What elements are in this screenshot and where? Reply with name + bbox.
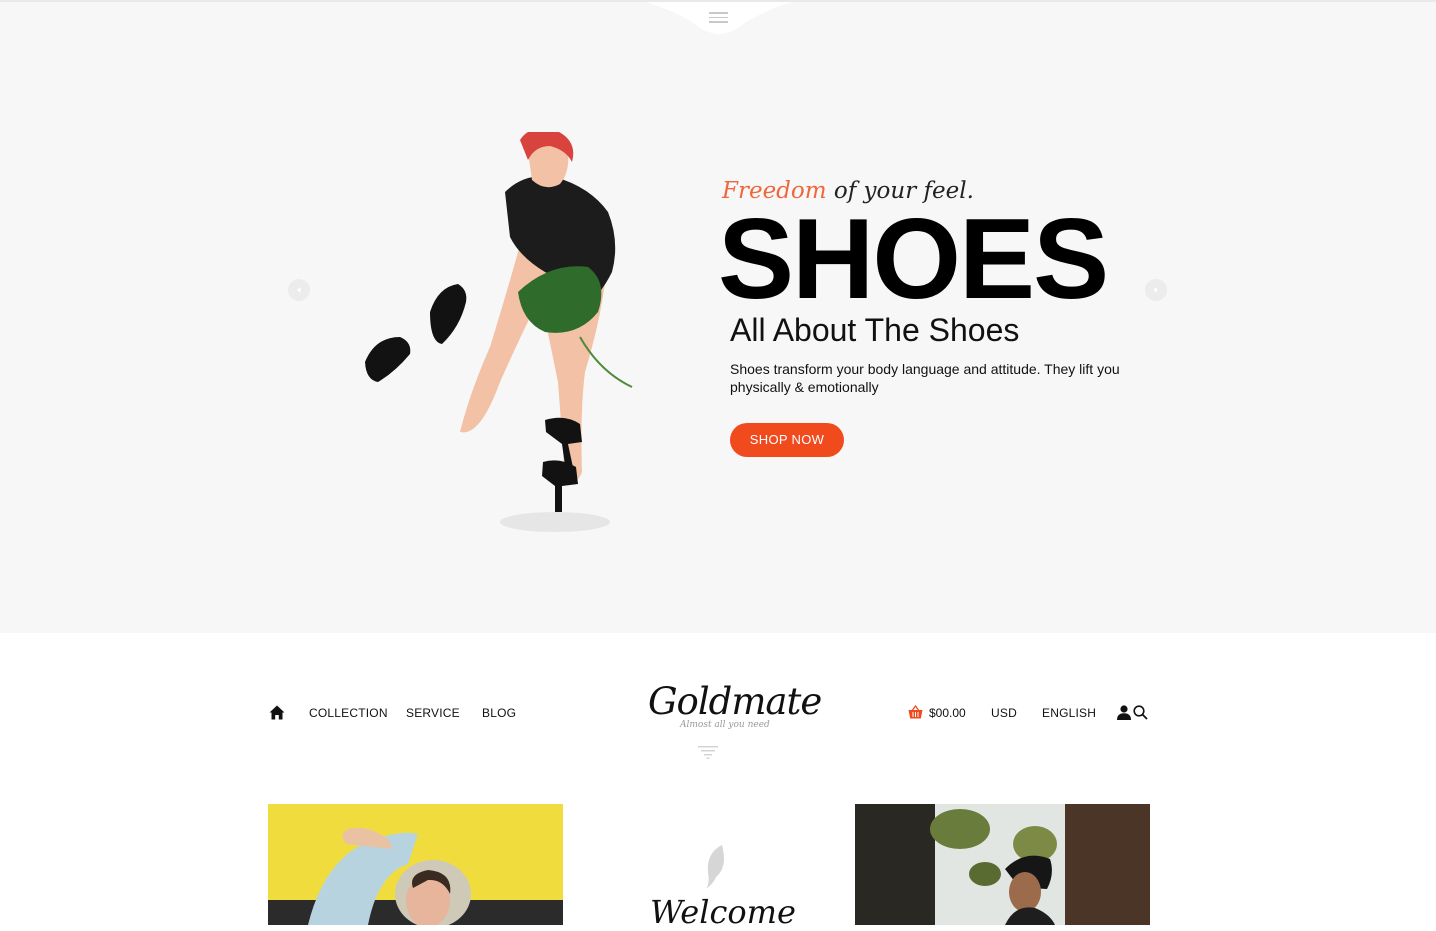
chevron-right-icon <box>1154 287 1158 293</box>
nav-link-service[interactable]: SERVICE <box>406 706 460 720</box>
hero-slider: Freedom of your feel. SHOES All About Th… <box>0 2 1436 633</box>
home-icon[interactable] <box>269 705 285 720</box>
feather-icon <box>706 845 724 889</box>
currency-selector[interactable]: USD <box>991 706 1017 720</box>
shop-now-button[interactable]: SHOP NOW <box>730 423 844 457</box>
nav-link-collection[interactable]: COLLECTION <box>309 706 388 720</box>
cart-total[interactable]: $00.00 <box>929 706 966 720</box>
menu-icon[interactable] <box>709 12 728 26</box>
hero-description: Shoes transform your body language and a… <box>730 361 1120 395</box>
hero-subtitle: All About The Shoes <box>730 312 1020 348</box>
search-icon[interactable] <box>1133 705 1148 720</box>
chevron-left-icon <box>297 287 301 293</box>
user-icon[interactable] <box>1117 705 1131 720</box>
slider-next-button[interactable] <box>1145 279 1167 301</box>
promo-image-left[interactable] <box>268 804 563 925</box>
filter-icon[interactable] <box>698 745 718 759</box>
slider-prev-button[interactable] <box>288 279 310 301</box>
promo-image-right[interactable] <box>855 804 1150 925</box>
brand-logo[interactable]: Goldmate <box>648 680 822 723</box>
nav-link-blog[interactable]: BLOG <box>482 706 516 720</box>
cart-icon[interactable] <box>908 705 923 720</box>
hero-image <box>365 132 633 532</box>
welcome-heading: Welcome <box>650 893 796 931</box>
language-selector[interactable]: ENGLISH <box>1042 706 1096 720</box>
brand-tagline: Almost all you need <box>680 720 770 730</box>
man-portrait-image <box>855 804 1150 925</box>
hero-title: SHOES <box>718 196 1109 323</box>
woman-portrait-image <box>268 827 563 925</box>
